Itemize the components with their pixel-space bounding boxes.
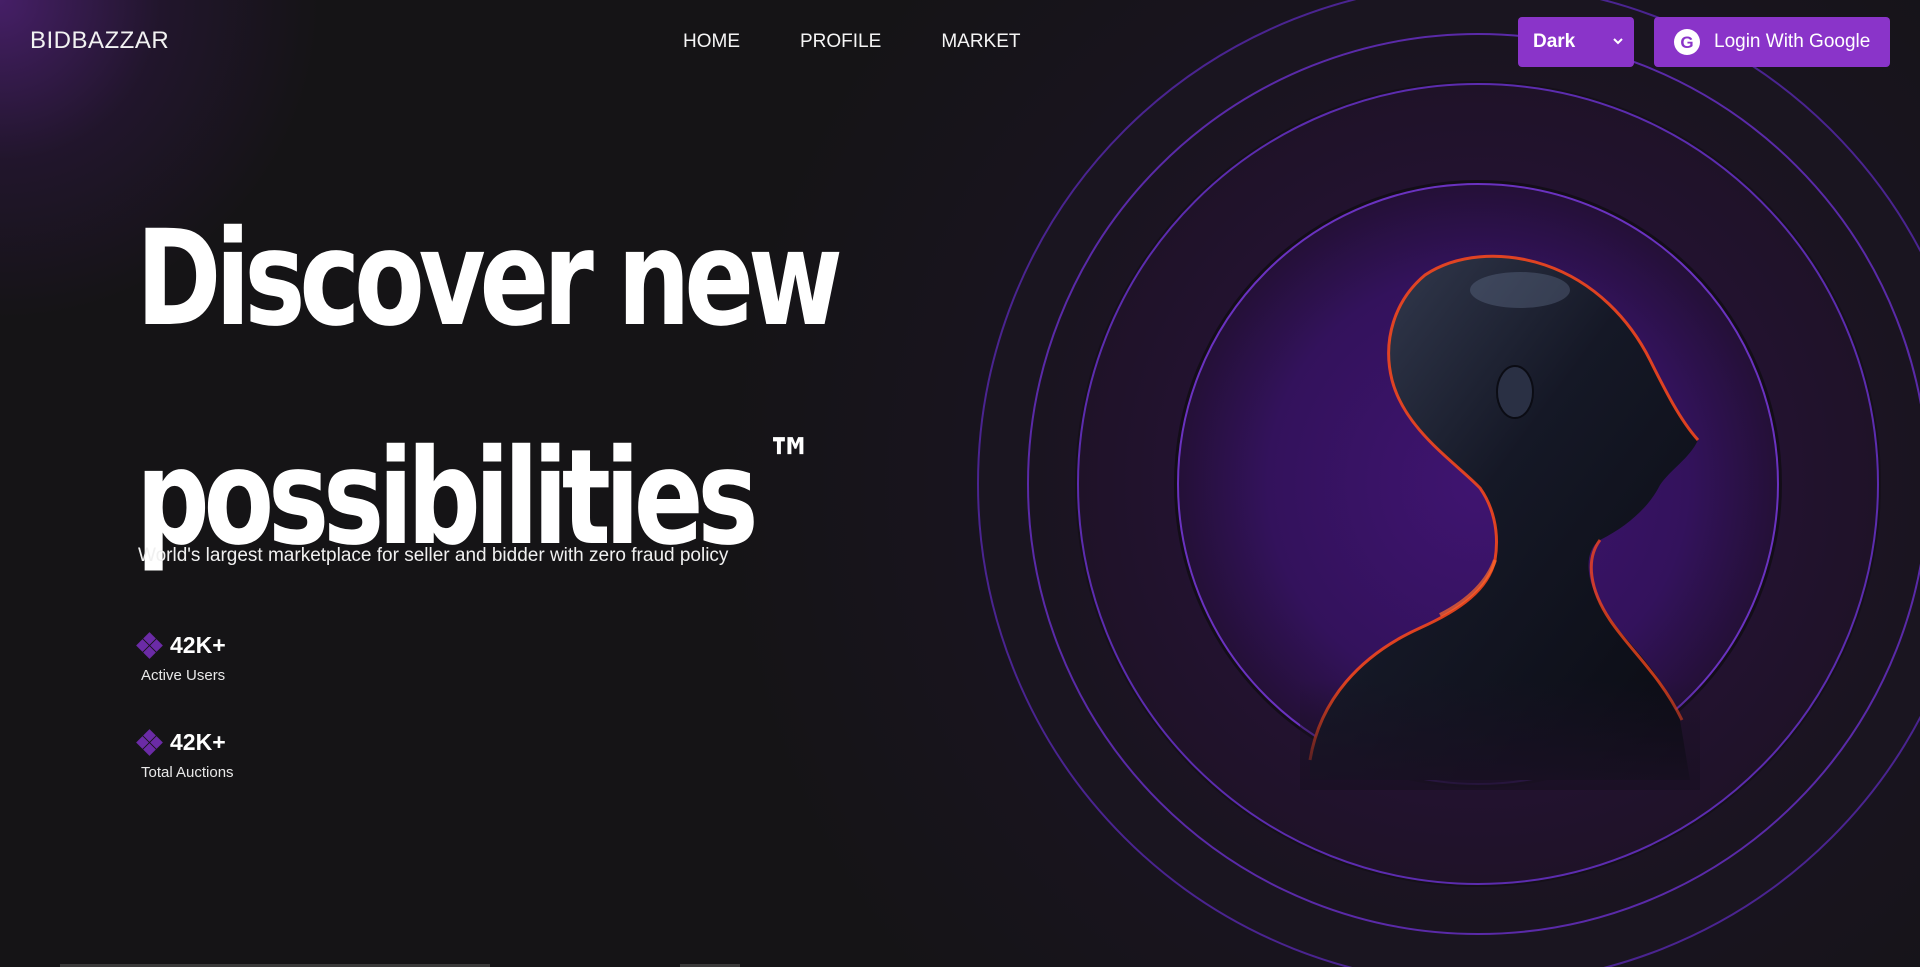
diamond-icon [136, 728, 163, 756]
stat-label: Total Auctions [141, 764, 234, 781]
hero-title: Discover new possibilities ™ [136, 188, 843, 589]
theme-select[interactable]: Dark [1518, 17, 1634, 67]
hero-title-line1: Discover new [136, 202, 843, 356]
nav-profile-link[interactable]: PROFILE [800, 31, 881, 53]
brand-logo[interactable]: BIDBAZZAR [30, 27, 169, 55]
hero-tagline: World's largest marketplace for seller a… [138, 545, 729, 566]
landing-page: BIDBAZZAR HOME PROFILE MARKET Dark G Log… [0, 0, 1920, 967]
stat-label: Active Users [141, 667, 226, 684]
stat-total-auctions: 42K+ Total Auctions [136, 728, 234, 781]
nav-market-link[interactable]: MARKET [941, 31, 1020, 53]
stat-value: 42K+ [170, 729, 226, 755]
login-with-google-button[interactable]: G Login With Google [1654, 17, 1890, 67]
stat-value: 42K+ [170, 632, 226, 658]
main-nav: HOME PROFILE MARKET [683, 31, 1081, 53]
google-icon: G [1674, 29, 1700, 55]
trademark-symbol: ™ [766, 426, 814, 496]
chevron-down-icon [1612, 31, 1624, 55]
login-button-label: Login With Google [1714, 31, 1871, 52]
nav-home-link[interactable]: HOME [683, 31, 740, 53]
stat-active-users: 42K+ Active Users [136, 631, 226, 684]
top-navbar: BIDBAZZAR HOME PROFILE MARKET Dark G Log… [0, 0, 1920, 84]
diamond-icon [136, 631, 163, 659]
theme-select-value: Dark [1533, 31, 1576, 52]
